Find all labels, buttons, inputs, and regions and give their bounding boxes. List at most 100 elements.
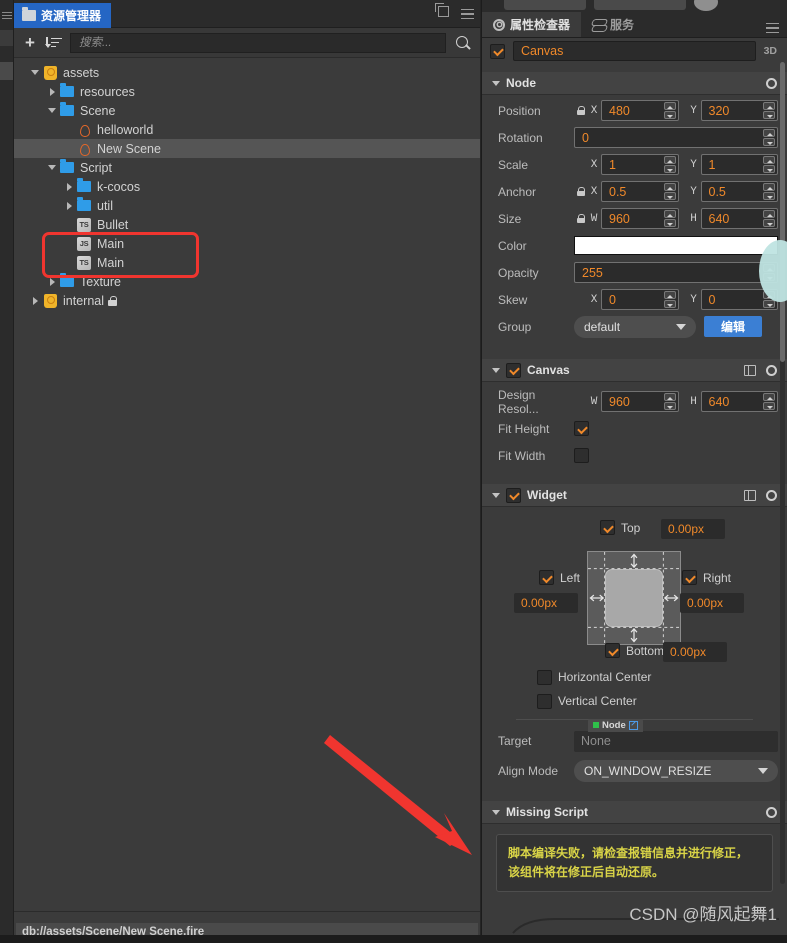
target-field[interactable]: None: [574, 730, 778, 752]
edge-selected-stub[interactable]: [0, 62, 13, 80]
tree-item[interactable]: TS Bullet: [14, 215, 480, 234]
property-row-rotation: Rotation 0: [482, 124, 787, 151]
widget-bottom-checkbox[interactable]: [605, 643, 620, 658]
inspector-scrollbar-thumb[interactable]: [780, 62, 785, 362]
fit-height-checkbox[interactable]: [574, 421, 589, 436]
popout-icon[interactable]: [435, 3, 449, 17]
toolbar-stub-2[interactable]: [594, 0, 686, 10]
edge-menu-icon[interactable]: [1, 10, 13, 20]
tab-services[interactable]: 服务: [581, 12, 645, 37]
design-width-input[interactable]: 960: [601, 391, 679, 412]
widget-left-value[interactable]: 0.00px: [514, 593, 578, 613]
property-row-fit-width: Fit Width: [482, 442, 787, 469]
axis-label-x: X: [590, 158, 598, 171]
widget-bottom-value[interactable]: 0.00px: [663, 642, 727, 662]
vertical-center-checkbox[interactable]: [537, 693, 552, 709]
align-mode-select[interactable]: ON_WINDOW_RESIZE: [574, 760, 778, 782]
tree-expander[interactable]: [62, 182, 76, 191]
tree-item[interactable]: util: [14, 196, 480, 215]
color-swatch[interactable]: [574, 236, 778, 255]
widget-right-checkbox[interactable]: [682, 570, 697, 585]
tree-expander[interactable]: [28, 70, 42, 75]
rotation-input[interactable]: 0: [574, 127, 778, 148]
app-root: 资源管理器 + assets resources Scene helloworld Ne…: [0, 0, 787, 943]
opacity-input[interactable]: 255: [574, 262, 778, 283]
widget-top-value[interactable]: 0.00px: [661, 519, 725, 539]
inspector-menu-icon[interactable]: [766, 20, 779, 34]
anchor-y-input[interactable]: 0.5: [700, 181, 778, 202]
toolbar-round-button[interactable]: [694, 0, 718, 11]
gear-icon[interactable]: [766, 77, 777, 89]
horizontal-center-checkbox[interactable]: [537, 669, 552, 685]
target-type-chip[interactable]: Node: [588, 718, 643, 732]
size-w-input[interactable]: 960: [601, 208, 679, 229]
window-bottom-edge: [0, 935, 787, 943]
position-x-input[interactable]: 480: [601, 100, 679, 121]
scale-x-input[interactable]: 1: [601, 154, 679, 175]
section-header-canvas[interactable]: Canvas: [482, 359, 787, 382]
design-height-input[interactable]: 640: [700, 391, 778, 412]
lock-icon[interactable]: [574, 106, 587, 115]
widget-center-options: Horizontal Center Vertical Center Target…: [482, 665, 787, 786]
tree-item[interactable]: TS Main: [14, 253, 480, 272]
widget-top-checkbox[interactable]: [600, 520, 615, 535]
group-select[interactable]: default: [574, 315, 696, 338]
tree-expander[interactable]: [45, 108, 59, 113]
tree-item[interactable]: assets: [14, 63, 480, 82]
sort-icon[interactable]: [44, 36, 62, 50]
tab-assets-manager[interactable]: 资源管理器: [14, 3, 112, 28]
widget-left-checkbox[interactable]: [539, 570, 554, 585]
gear-icon[interactable]: [766, 806, 777, 818]
gear-icon[interactable]: [766, 489, 777, 501]
tree-expander[interactable]: [45, 165, 59, 170]
tree-item[interactable]: helloworld: [14, 120, 480, 139]
search-input[interactable]: [70, 32, 446, 53]
tree-item[interactable]: k-cocos: [14, 177, 480, 196]
tree-item[interactable]: Script: [14, 158, 480, 177]
tree-item[interactable]: JS Main: [14, 234, 480, 253]
gear-icon[interactable]: [766, 364, 777, 376]
tree-item[interactable]: Texture: [14, 272, 480, 291]
skew-x-input[interactable]: 0: [601, 289, 679, 310]
tree-item[interactable]: internal: [14, 291, 480, 310]
external-link-icon[interactable]: [628, 720, 638, 730]
tab-inspector[interactable]: 属性检查器: [482, 12, 582, 37]
tree-item[interactable]: resources: [14, 82, 480, 101]
widget-enabled-checkbox[interactable]: [506, 487, 521, 503]
tab-inspector-label: 属性检查器: [510, 18, 571, 32]
help-book-icon[interactable]: [744, 489, 756, 501]
tree-expander[interactable]: [28, 296, 42, 305]
fit-width-checkbox[interactable]: [574, 448, 589, 463]
toolbar-stub-1[interactable]: [504, 0, 586, 10]
widget-preview-guides: [588, 552, 680, 644]
anchor-x-input[interactable]: 0.5: [601, 181, 679, 202]
lock-icon[interactable]: [574, 187, 587, 196]
node-enabled-checkbox[interactable]: [490, 43, 505, 59]
lock-icon[interactable]: [574, 214, 587, 223]
tree-expander[interactable]: [62, 201, 76, 210]
chevron-down-icon: [492, 492, 500, 498]
asset-tree[interactable]: assets resources Scene helloworld New Scene S…: [14, 58, 480, 911]
section-header-widget[interactable]: Widget: [482, 484, 787, 507]
node-3d-label[interactable]: 3D: [764, 45, 779, 57]
edge-tab-stub[interactable]: [0, 30, 13, 46]
canvas-enabled-checkbox[interactable]: [506, 362, 521, 378]
tree-item[interactable]: New Scene: [14, 139, 480, 158]
node-name-field[interactable]: Canvas: [513, 41, 756, 61]
add-asset-icon[interactable]: +: [22, 34, 38, 51]
position-y-input[interactable]: 320: [700, 100, 778, 121]
size-h-input[interactable]: 640: [700, 208, 778, 229]
tree-expander[interactable]: [45, 87, 59, 96]
widget-right-value[interactable]: 0.00px: [680, 593, 744, 613]
section-header-missing-script[interactable]: Missing Script: [482, 801, 787, 824]
scale-y-input[interactable]: 1: [700, 154, 778, 175]
group-edit-button[interactable]: 编辑: [704, 316, 762, 337]
tree-item-label: helloworld: [97, 122, 154, 137]
search-icon[interactable]: [454, 34, 472, 52]
help-book-icon[interactable]: [744, 364, 756, 376]
tree-expander[interactable]: [45, 277, 59, 286]
inspector-scrollbar[interactable]: [780, 62, 785, 884]
section-header-node[interactable]: Node: [482, 72, 787, 95]
tree-item[interactable]: Scene: [14, 101, 480, 120]
panel-menu-icon[interactable]: [461, 6, 474, 20]
